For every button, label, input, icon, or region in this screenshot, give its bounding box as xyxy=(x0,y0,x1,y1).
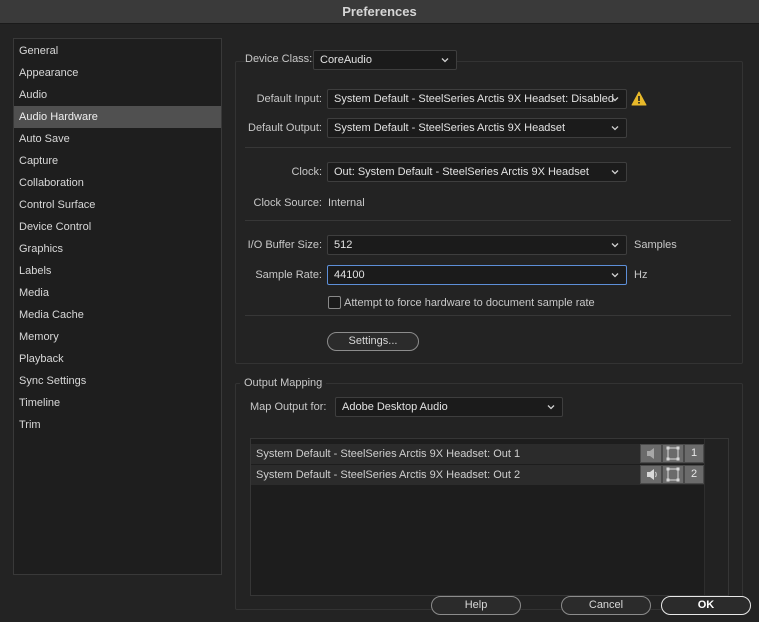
buffer-size-unit: Samples xyxy=(634,239,677,251)
channel-number: 2 xyxy=(684,465,704,484)
device-class-label: Device Class: xyxy=(245,53,313,65)
channel-map-icon[interactable] xyxy=(662,465,684,484)
buffer-size-value: 512 xyxy=(334,239,353,251)
sidebar-item-collaboration[interactable]: Collaboration xyxy=(14,172,221,194)
list-scrollbar[interactable] xyxy=(704,439,728,595)
sidebar-item-labels[interactable]: Labels xyxy=(14,260,221,282)
buffer-size-label: I/O Buffer Size: xyxy=(247,239,322,251)
map-output-label: Map Output for: xyxy=(250,401,327,413)
sidebar-item-audio[interactable]: Audio xyxy=(14,84,221,106)
list-item[interactable]: System Default - SteelSeries Arctis 9X H… xyxy=(251,444,706,464)
chevron-down-icon xyxy=(441,58,449,63)
list-item[interactable]: System Default - SteelSeries Arctis 9X H… xyxy=(251,465,706,485)
sample-rate-unit: Hz xyxy=(634,269,648,281)
default-output-value: System Default - SteelSeries Arctis 9X H… xyxy=(334,122,566,134)
chevron-down-icon xyxy=(611,243,619,248)
default-input-value: System Default - SteelSeries Arctis 9X H… xyxy=(334,93,615,105)
speaker-icon[interactable] xyxy=(640,444,662,463)
frame-glyph xyxy=(666,467,680,482)
clock-label: Clock: xyxy=(291,166,322,178)
sidebar-item-general[interactable]: General xyxy=(14,40,221,62)
map-output-value: Adobe Desktop Audio xyxy=(342,401,448,413)
separator xyxy=(245,147,731,148)
chevron-down-icon xyxy=(611,126,619,131)
chevron-down-icon xyxy=(547,405,555,410)
chevron-down-icon xyxy=(611,97,619,102)
sidebar-item-capture[interactable]: Capture xyxy=(14,150,221,172)
sample-rate-label: Sample Rate: xyxy=(255,269,322,281)
default-output-dropdown[interactable]: System Default - SteelSeries Arctis 9X H… xyxy=(327,118,627,138)
force-sample-rate-label[interactable]: Attempt to force hardware to document sa… xyxy=(344,297,595,309)
sample-rate-dropdown[interactable]: 44100 xyxy=(327,265,627,285)
speaker-icon[interactable] xyxy=(640,465,662,484)
buffer-size-dropdown[interactable]: 512 xyxy=(327,235,627,255)
channel-number: 1 xyxy=(684,444,704,463)
separator xyxy=(245,220,731,221)
speaker-glyph xyxy=(647,448,654,459)
sidebar-item-media[interactable]: Media xyxy=(14,282,221,304)
default-output-label: Default Output: xyxy=(248,122,322,134)
sample-rate-value: 44100 xyxy=(334,269,365,281)
sidebar-item-memory[interactable]: Memory xyxy=(14,326,221,348)
clock-source-label: Clock Source: xyxy=(253,197,322,209)
device-class-dropdown[interactable]: CoreAudio xyxy=(313,50,457,70)
clock-value: Out: System Default - SteelSeries Arctis… xyxy=(334,166,589,178)
output-mapping-title: Output Mapping xyxy=(240,377,327,389)
output-channel-label: System Default - SteelSeries Arctis 9X H… xyxy=(256,469,521,481)
window-title: Preferences xyxy=(342,4,417,19)
title-bar: Preferences xyxy=(0,0,759,24)
clock-dropdown[interactable]: Out: System Default - SteelSeries Arctis… xyxy=(327,162,627,182)
sidebar-item-auto-save[interactable]: Auto Save xyxy=(14,128,221,150)
settings-button[interactable]: Settings... xyxy=(327,332,419,351)
chevron-down-icon xyxy=(611,170,619,175)
sidebar-item-playback[interactable]: Playback xyxy=(14,348,221,370)
cancel-button[interactable]: Cancel xyxy=(561,596,651,615)
sidebar-item-timeline[interactable]: Timeline xyxy=(14,392,221,414)
default-input-dropdown[interactable]: System Default - SteelSeries Arctis 9X H… xyxy=(327,89,627,109)
sidebar-item-appearance[interactable]: Appearance xyxy=(14,62,221,84)
warning-icon xyxy=(631,91,647,106)
preferences-sidebar: General Appearance Audio Audio Hardware … xyxy=(13,38,222,575)
chevron-down-icon xyxy=(611,273,619,278)
ok-button[interactable]: OK xyxy=(661,596,751,615)
sidebar-item-device-control[interactable]: Device Control xyxy=(14,216,221,238)
separator xyxy=(245,315,731,316)
speaker-glyph xyxy=(647,469,657,480)
default-input-label: Default Input: xyxy=(256,93,322,105)
sidebar-item-sync-settings[interactable]: Sync Settings xyxy=(14,370,221,392)
device-class-value: CoreAudio xyxy=(320,54,372,66)
sidebar-item-trim[interactable]: Trim xyxy=(14,414,221,436)
force-sample-rate-checkbox[interactable] xyxy=(328,296,341,309)
map-output-dropdown[interactable]: Adobe Desktop Audio xyxy=(335,397,563,417)
frame-glyph xyxy=(666,446,680,461)
sidebar-item-media-cache[interactable]: Media Cache xyxy=(14,304,221,326)
sidebar-item-audio-hardware[interactable]: Audio Hardware xyxy=(14,106,221,128)
sidebar-item-graphics[interactable]: Graphics xyxy=(14,238,221,260)
output-mapping-list[interactable]: System Default - SteelSeries Arctis 9X H… xyxy=(250,438,729,596)
clock-source-value: Internal xyxy=(328,197,365,209)
help-button[interactable]: Help xyxy=(431,596,521,615)
output-channel-label: System Default - SteelSeries Arctis 9X H… xyxy=(256,448,521,460)
sidebar-item-control-surface[interactable]: Control Surface xyxy=(14,194,221,216)
channel-map-icon[interactable] xyxy=(662,444,684,463)
